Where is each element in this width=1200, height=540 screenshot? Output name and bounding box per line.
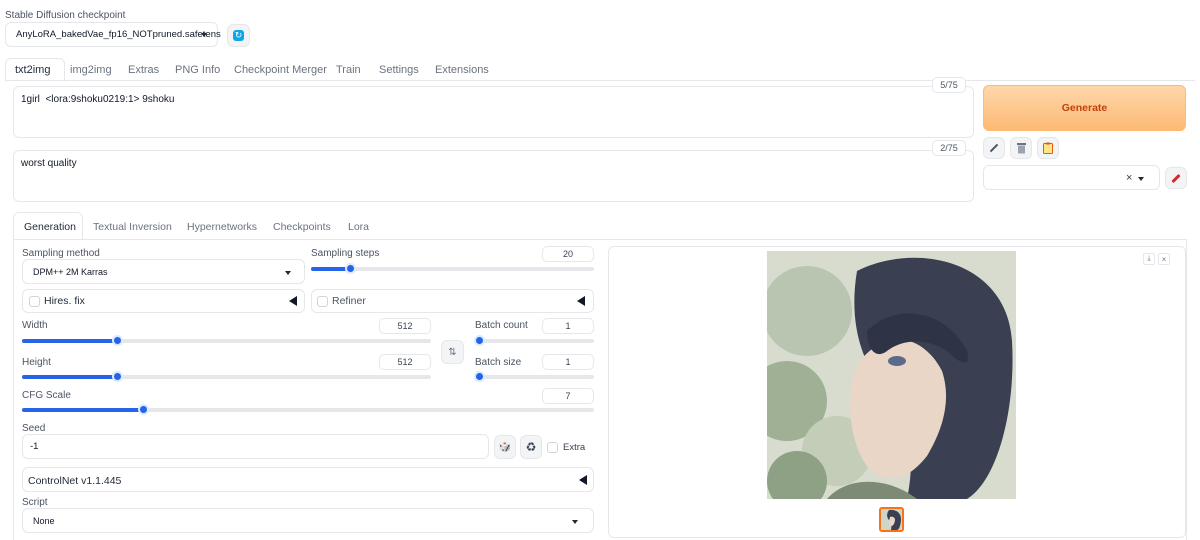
cfg-scale-input[interactable]: 7 bbox=[542, 388, 594, 404]
extra-seed-label: Extra bbox=[563, 442, 586, 453]
width-input[interactable]: 512 bbox=[379, 318, 431, 334]
pencil-icon bbox=[989, 143, 999, 153]
negative-prompt-input[interactable]: worst quality bbox=[13, 150, 974, 202]
close-icon[interactable]: × bbox=[1158, 253, 1170, 265]
positive-prompt-input[interactable]: 1girl <lora:9shoku0219:1> 9shoku bbox=[13, 86, 974, 138]
tab-settings[interactable]: Settings bbox=[379, 64, 419, 76]
tab-checkpoint-merger[interactable]: Checkpoint Merger bbox=[234, 64, 327, 76]
tab-extras[interactable]: Extras bbox=[128, 64, 159, 76]
extra-seed-checkbox[interactable] bbox=[547, 442, 558, 453]
collapse-arrow-icon bbox=[289, 296, 297, 306]
generated-image[interactable] bbox=[767, 251, 1016, 499]
tab-textual-inversion[interactable]: Textual Inversion bbox=[93, 221, 172, 233]
thumbnail-image bbox=[881, 509, 902, 530]
cfg-scale-thumb[interactable] bbox=[138, 404, 149, 415]
script-label: Script bbox=[22, 497, 48, 508]
tab-lora[interactable]: Lora bbox=[348, 221, 369, 233]
tab-train[interactable]: Train bbox=[336, 64, 361, 76]
controlnet-label: ControlNet v1.1.445 bbox=[28, 475, 122, 487]
reuse-seed-button[interactable]: ♻ bbox=[520, 435, 542, 459]
clipboard-icon bbox=[1043, 142, 1053, 154]
height-input[interactable]: 512 bbox=[379, 354, 431, 370]
hires-fix-accordion[interactable]: Hires. fix bbox=[22, 289, 305, 313]
tab-png-info[interactable]: PNG Info bbox=[175, 64, 220, 76]
chevron-down-icon bbox=[201, 33, 207, 37]
hires-fix-label: Hires. fix bbox=[44, 295, 85, 307]
chevron-down-icon bbox=[572, 520, 578, 524]
batch-size-slider[interactable] bbox=[475, 375, 594, 379]
height-slider[interactable] bbox=[22, 375, 431, 379]
tab-img2img[interactable]: img2img bbox=[70, 64, 112, 76]
batch-size-label: Batch size bbox=[475, 357, 522, 368]
batch-size-thumb[interactable] bbox=[474, 371, 485, 382]
random-seed-button[interactable]: 🎲 bbox=[494, 435, 516, 459]
refiner-checkbox[interactable] bbox=[317, 296, 328, 307]
tab-generation[interactable]: Generation bbox=[24, 221, 76, 233]
chevron-down-icon bbox=[285, 271, 291, 275]
sampling-steps-thumb[interactable] bbox=[345, 263, 356, 274]
checkpoint-value: AnyLoRA_bakedVae_fp16_NOTpruned.safetens bbox=[16, 29, 221, 40]
gallery-thumbnail[interactable] bbox=[879, 507, 904, 532]
negative-token-counter: 2/75 bbox=[932, 140, 966, 156]
close-icon[interactable]: × bbox=[1126, 172, 1132, 184]
checkpoint-select[interactable]: AnyLoRA_bakedVae_fp16_NOTpruned.safetens bbox=[5, 22, 221, 47]
hires-fix-checkbox[interactable] bbox=[29, 296, 40, 307]
read-generation-params-button[interactable] bbox=[983, 137, 1005, 159]
styles-dropdown[interactable]: × bbox=[983, 165, 1160, 190]
batch-count-input[interactable]: 1 bbox=[542, 318, 594, 334]
recycle-icon: ♻ bbox=[525, 440, 537, 454]
checkpoint-label: Stable Diffusion checkpoint bbox=[5, 10, 126, 21]
swap-dimensions-button[interactable]: ⇅ bbox=[441, 340, 464, 364]
batch-count-thumb[interactable] bbox=[474, 335, 485, 346]
dice-icon: 🎲 bbox=[498, 441, 512, 453]
cfg-scale-label: CFG Scale bbox=[22, 390, 71, 401]
refresh-checkpoint-button[interactable]: ↻ bbox=[227, 24, 250, 47]
script-select[interactable]: None bbox=[22, 508, 594, 533]
generate-label: Generate bbox=[1061, 102, 1108, 114]
width-slider[interactable] bbox=[22, 339, 431, 343]
cfg-scale-slider[interactable] bbox=[22, 408, 594, 412]
collapse-arrow-icon bbox=[577, 296, 585, 306]
width-thumb[interactable] bbox=[112, 335, 123, 346]
sampling-steps-label: Sampling steps bbox=[311, 248, 380, 259]
batch-count-slider[interactable] bbox=[475, 339, 594, 343]
download-icon[interactable]: ⤓ bbox=[1143, 253, 1155, 265]
tab-txt2img[interactable]: txt2img bbox=[15, 64, 50, 76]
sampling-steps-input[interactable]: 20 bbox=[542, 246, 594, 262]
refiner-label: Refiner bbox=[332, 295, 366, 307]
paint-brush-icon bbox=[1171, 173, 1181, 183]
trash-icon bbox=[1016, 143, 1026, 154]
sampling-method-value: DPM++ 2M Karras bbox=[33, 266, 108, 277]
clear-prompt-button[interactable] bbox=[1010, 137, 1032, 159]
sampling-method-select[interactable]: DPM++ 2M Karras bbox=[22, 259, 305, 284]
seed-value: -1 bbox=[30, 441, 39, 452]
script-value: None bbox=[33, 515, 55, 526]
swap-icon: ⇅ bbox=[448, 346, 457, 358]
positive-token-counter: 5/75 bbox=[932, 77, 966, 93]
edit-styles-button[interactable] bbox=[1165, 167, 1187, 189]
seed-label: Seed bbox=[22, 423, 46, 434]
tab-checkpoints[interactable]: Checkpoints bbox=[273, 221, 331, 233]
tab-hypernetworks[interactable]: Hypernetworks bbox=[187, 221, 257, 233]
seed-input[interactable]: -1 bbox=[22, 434, 489, 459]
tab-extensions[interactable]: Extensions bbox=[435, 64, 489, 76]
sampling-method-label: Sampling method bbox=[22, 248, 100, 259]
apply-styles-button[interactable] bbox=[1037, 137, 1059, 159]
refiner-accordion[interactable]: Refiner bbox=[311, 289, 594, 313]
height-thumb[interactable] bbox=[112, 371, 123, 382]
collapse-arrow-icon bbox=[579, 475, 587, 485]
chevron-down-icon bbox=[1138, 177, 1144, 181]
batch-count-label: Batch count bbox=[475, 320, 528, 331]
width-label: Width bbox=[22, 320, 48, 331]
refresh-icon: ↻ bbox=[233, 30, 244, 41]
batch-size-input[interactable]: 1 bbox=[542, 354, 594, 370]
generate-button[interactable]: Generate bbox=[983, 85, 1186, 131]
controlnet-accordion[interactable]: ControlNet v1.1.445 bbox=[22, 467, 594, 492]
tab-divider bbox=[5, 80, 1195, 81]
height-label: Height bbox=[22, 357, 51, 368]
